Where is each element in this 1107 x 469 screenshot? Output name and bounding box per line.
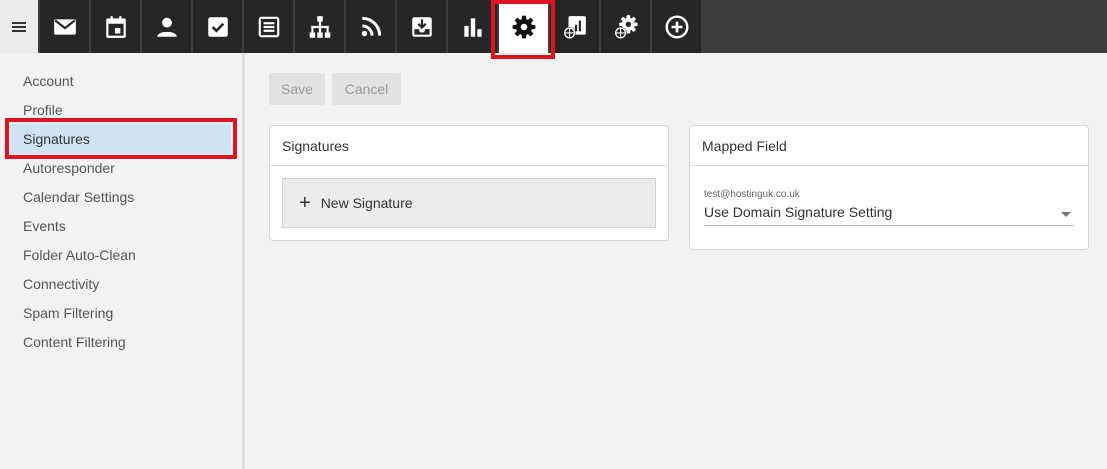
sidebar-item-content-filtering[interactable]: Content Filtering — [10, 327, 231, 357]
nav-settings-button[interactable] — [499, 0, 549, 53]
sidebar-item-autoresponder[interactable]: Autoresponder — [10, 153, 231, 183]
tasks-icon — [207, 16, 228, 37]
nav-contacts-button[interactable] — [142, 0, 192, 53]
nav-add-button[interactable] — [652, 0, 702, 53]
calendar-icon — [105, 15, 126, 38]
nav-reports-button[interactable] — [448, 0, 498, 53]
sidebar-item-account[interactable]: Account — [10, 66, 231, 96]
new-signature-button[interactable]: + New Signature — [282, 178, 656, 228]
nav-archive-button[interactable] — [397, 0, 447, 53]
menu-icon — [12, 21, 26, 32]
rss-icon — [361, 16, 381, 36]
settings-icon — [512, 15, 535, 38]
top-navigation-bar — [0, 0, 1107, 53]
signatures-card: Signatures + New Signature — [269, 125, 669, 241]
archive-icon — [411, 16, 432, 37]
domain-reports-icon — [563, 15, 586, 39]
add-icon — [665, 15, 688, 38]
sidebar-item-connectivity[interactable]: Connectivity — [10, 269, 231, 299]
settings-sidebar: Account Profile Signatures Autoresponder… — [0, 53, 245, 469]
domain-settings-icon — [614, 14, 638, 39]
nav-domain-settings-button[interactable] — [601, 0, 651, 53]
save-button[interactable]: Save — [269, 73, 325, 105]
sidebar-item-folder-auto-clean[interactable]: Folder Auto-Clean — [10, 240, 231, 270]
sitemap-icon — [309, 15, 330, 38]
domain-signature-select-value: Use Domain Signature Setting — [704, 204, 893, 220]
nav-domain-reports-button[interactable] — [550, 0, 600, 53]
nav-tasks-button[interactable] — [193, 0, 243, 53]
mapped-field-label: test@hostinguk.co.uk — [704, 189, 800, 200]
reports-icon — [463, 17, 482, 37]
plus-icon: + — [299, 192, 311, 214]
domain-signature-select[interactable]: Use Domain Signature Setting — [704, 204, 1074, 226]
contacts-icon — [156, 17, 177, 37]
sidebar-item-signatures[interactable]: Signatures — [10, 124, 231, 154]
mapped-field-card: Mapped Field test@hostinguk.co.uk Use Do… — [689, 125, 1089, 250]
nav-mail-button[interactable] — [40, 0, 90, 53]
sidebar-item-profile[interactable]: Profile — [10, 95, 231, 125]
sidebar-item-events[interactable]: Events — [10, 211, 231, 241]
dropdown-caret-icon — [1061, 212, 1071, 217]
sidebar-item-calendar-settings[interactable]: Calendar Settings — [10, 182, 231, 212]
nav-calendar-button[interactable] — [91, 0, 141, 53]
nav-rss-button[interactable] — [346, 0, 396, 53]
mail-icon — [53, 18, 76, 35]
menu-toggle-button[interactable] — [0, 0, 38, 53]
notes-icon — [258, 16, 279, 37]
new-signature-label: New Signature — [320, 195, 413, 211]
cancel-button[interactable]: Cancel — [332, 73, 401, 105]
mapped-field-card-title: Mapped Field — [690, 126, 1088, 166]
nav-notes-button[interactable] — [244, 0, 294, 53]
nav-sitemap-button[interactable] — [295, 0, 345, 53]
signatures-card-title: Signatures — [270, 126, 668, 166]
sidebar-item-spam-filtering[interactable]: Spam Filtering — [10, 298, 231, 328]
